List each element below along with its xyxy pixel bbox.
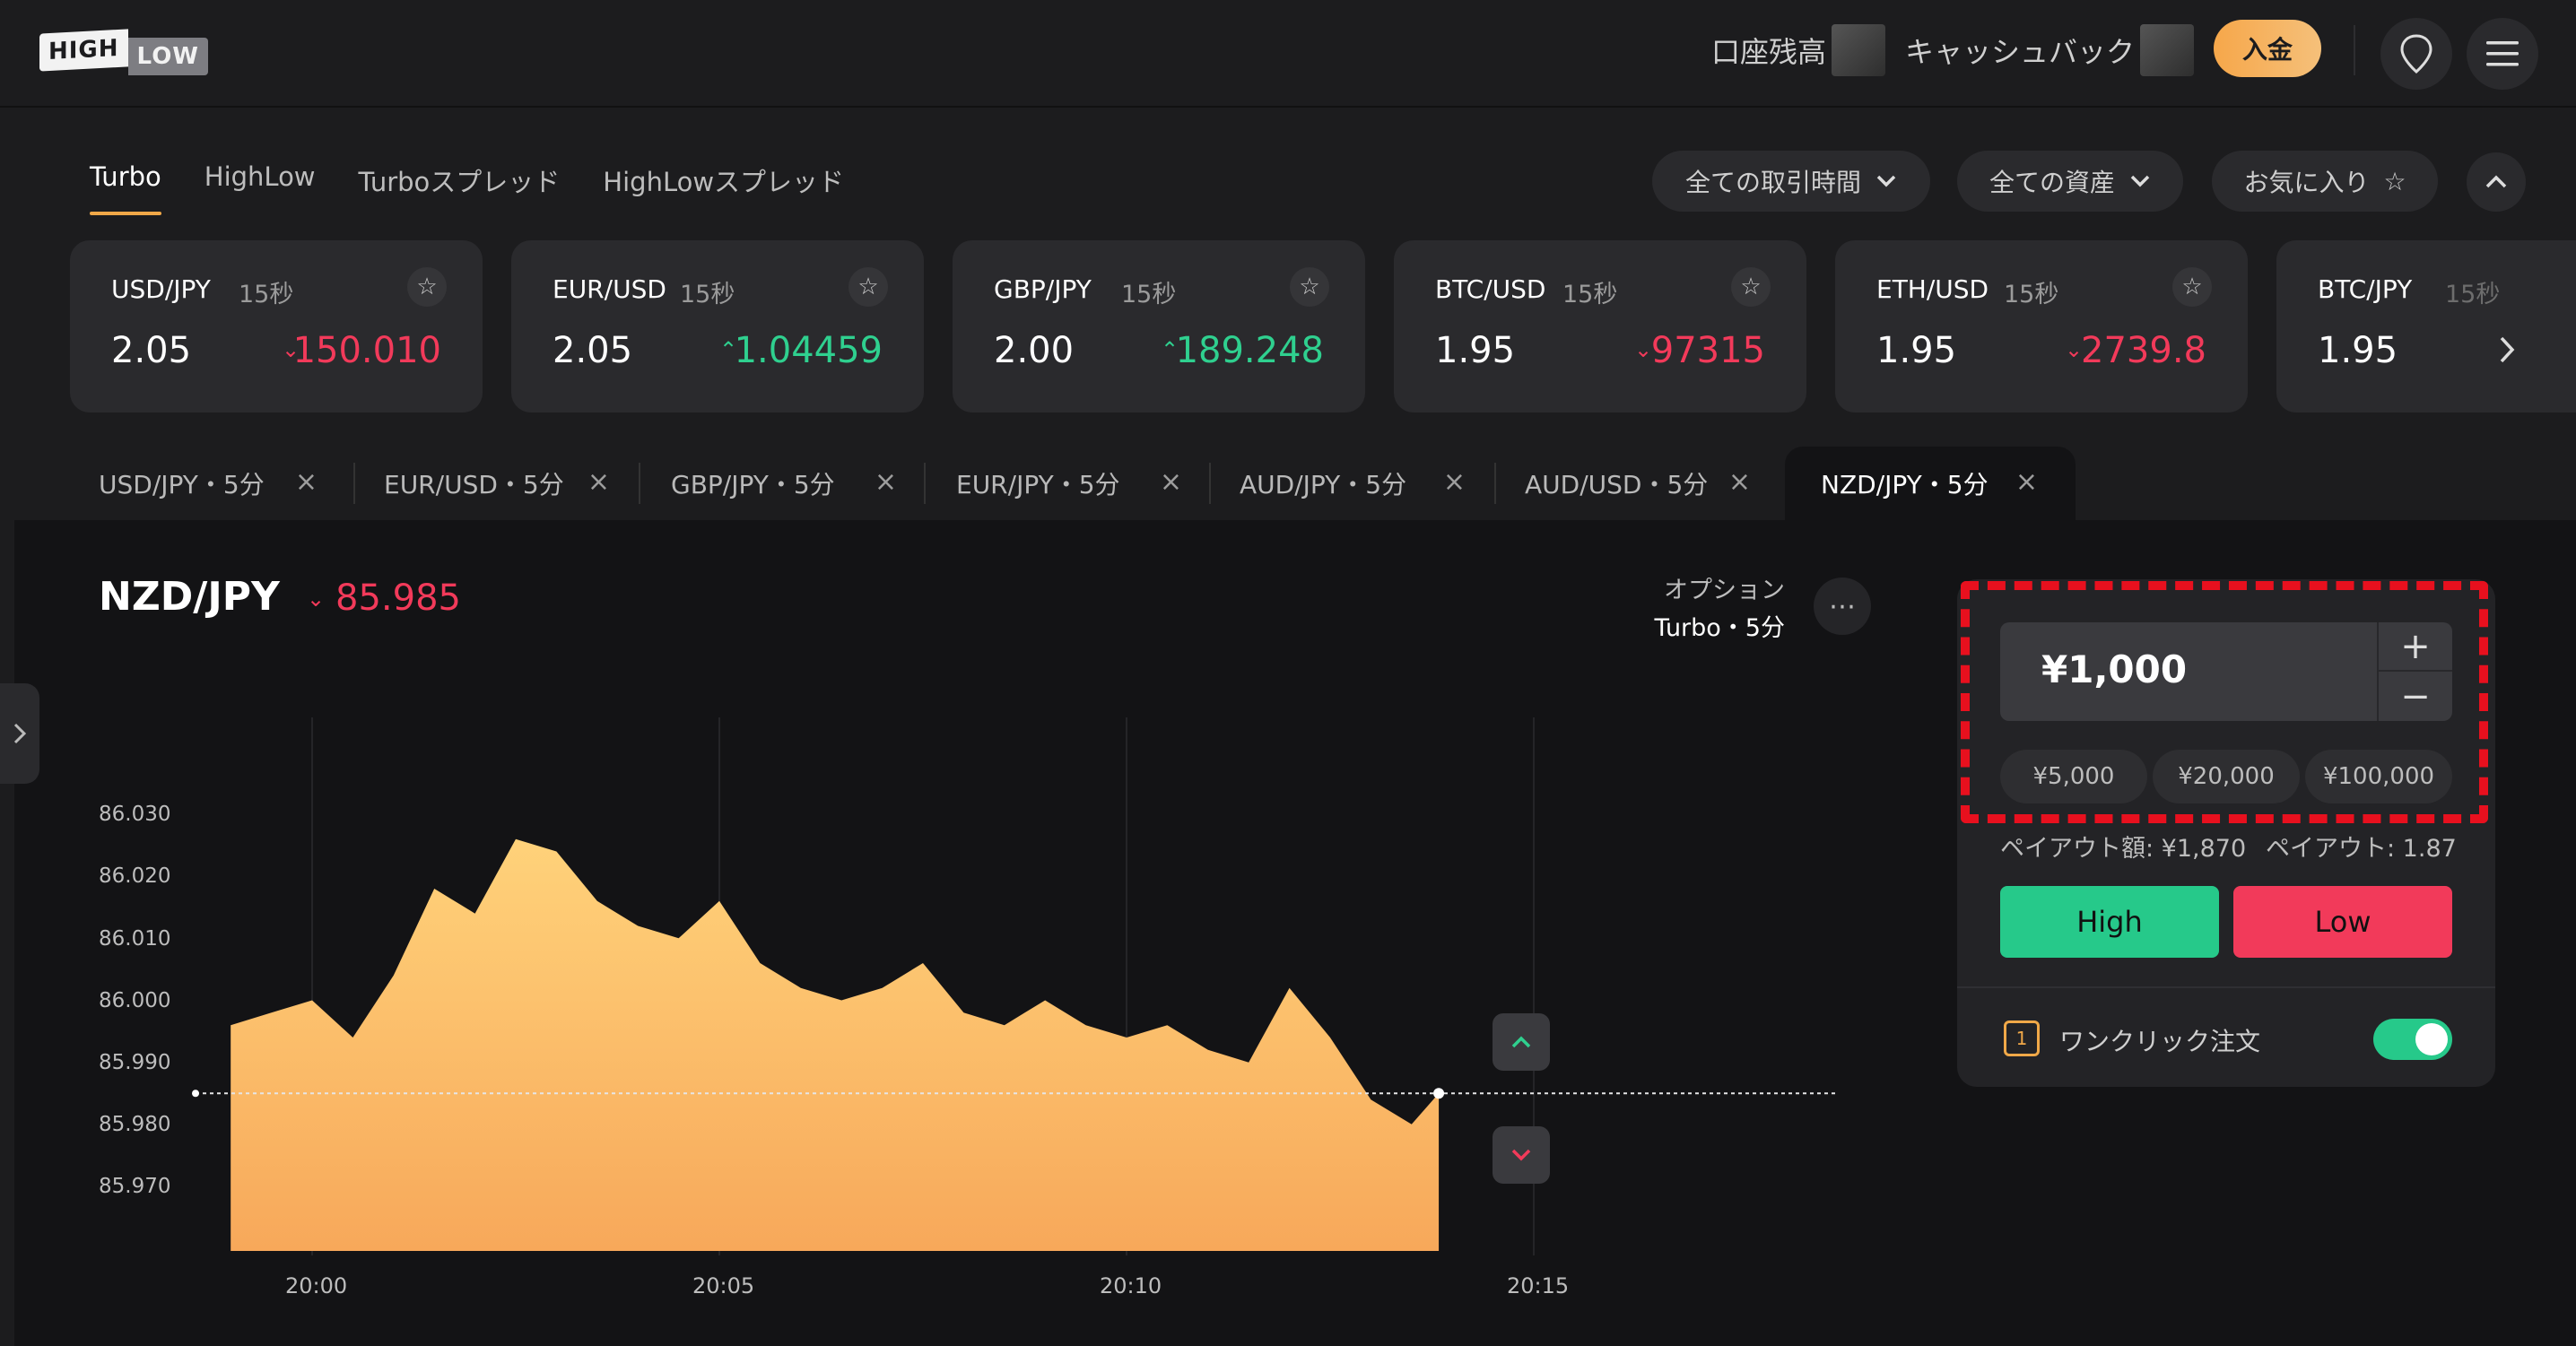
app-root: HIGH LOW 口座残高 キャッシュバック 入金 Turbo HighLow … — [0, 0, 2576, 1346]
price-series — [192, 838, 1839, 1251]
toggle-knob — [2415, 1023, 2448, 1055]
quick-low-button[interactable] — [1493, 1126, 1550, 1184]
amount-highlight-frame — [1961, 581, 2488, 823]
high-button[interactable]: High — [2000, 886, 2219, 958]
one-click-toggle[interactable] — [2373, 1019, 2452, 1060]
one-click-icon: 1 — [2004, 1020, 2040, 1056]
payout-rate: ペイアウト: 1.87 — [2266, 835, 2457, 863]
current-price-dot — [1433, 1088, 1445, 1099]
trade-divider — [1957, 986, 2495, 988]
low-button[interactable]: Low — [2233, 886, 2452, 958]
price-area — [231, 838, 1440, 1251]
quick-high-button[interactable] — [1493, 1013, 1550, 1071]
price-line-start-dot — [192, 1090, 199, 1098]
payout-amount: ペイアウト額: ¥1,870 — [2000, 835, 2247, 863]
one-click-label: ワンクリック注文 — [2059, 1027, 2261, 1056]
chevron-down-icon — [1511, 1149, 1531, 1161]
chevron-up-icon — [1511, 1036, 1531, 1048]
